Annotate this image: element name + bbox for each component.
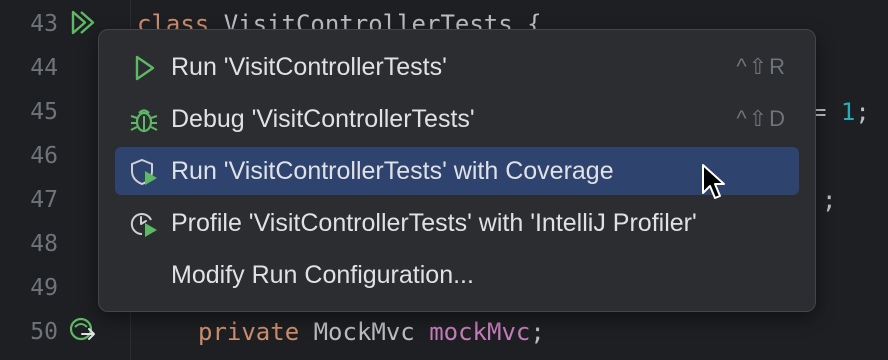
operator: = — [812, 98, 841, 126]
semicolon: ; — [530, 318, 545, 346]
menu-item-label: Modify Run Configuration... — [171, 261, 474, 289]
semicolon: ; — [855, 98, 870, 126]
menu-item-modify-run-configuration[interactable]: Modify Run Configuration... — [115, 251, 799, 299]
run-icon — [135, 55, 155, 81]
menu-item-run[interactable]: Run 'VisitControllerTests' ^⇧R — [115, 43, 799, 91]
line-number: 49 — [30, 275, 58, 301]
semicolon: ; — [822, 186, 837, 214]
line-number: 50 — [30, 319, 58, 345]
shortcut-label: ^⇧D — [736, 106, 787, 131]
code-line-47-tail[interactable]: ; — [822, 178, 836, 222]
menu-item-label: Run 'VisitControllerTests' — [171, 53, 447, 81]
line-number: 43 — [30, 11, 58, 37]
line-number: 44 — [30, 55, 58, 81]
code-line-45-tail[interactable]: = 1; — [812, 90, 870, 134]
menu-item-debug[interactable]: Debug 'VisitControllerTests' ^⇧D — [115, 95, 799, 143]
field-name: mockMvc — [429, 318, 531, 346]
mouse-pointer-icon — [702, 164, 725, 199]
code-line-50[interactable]: private MockMvc mockMvc; — [198, 310, 545, 354]
line-number: 48 — [30, 231, 58, 257]
line-number: 46 — [30, 143, 58, 169]
menu-item-label: Profile 'VisitControllerTests' with 'Int… — [171, 209, 697, 237]
bean-autowire-icon[interactable] — [68, 316, 98, 346]
type-name: MockMvc — [299, 318, 430, 346]
line-number: 45 — [30, 99, 58, 125]
number-literal: 1 — [840, 98, 856, 126]
run-all-icon[interactable] — [68, 8, 98, 38]
coverage-icon — [131, 158, 157, 186]
line-number: 47 — [30, 187, 58, 213]
menu-item-label: Run 'VisitControllerTests' with Coverage — [171, 157, 614, 185]
profiler-icon — [130, 213, 157, 237]
debug-icon — [130, 109, 158, 133]
menu-item-run-with-coverage[interactable]: Run 'VisitControllerTests' with Coverage — [115, 147, 799, 195]
menu-item-label: Debug 'VisitControllerTests' — [171, 105, 475, 133]
shortcut-label: ^⇧R — [736, 54, 787, 79]
menu-item-profile[interactable]: Profile 'VisitControllerTests' with 'Int… — [115, 199, 799, 247]
keyword: private — [198, 318, 300, 346]
